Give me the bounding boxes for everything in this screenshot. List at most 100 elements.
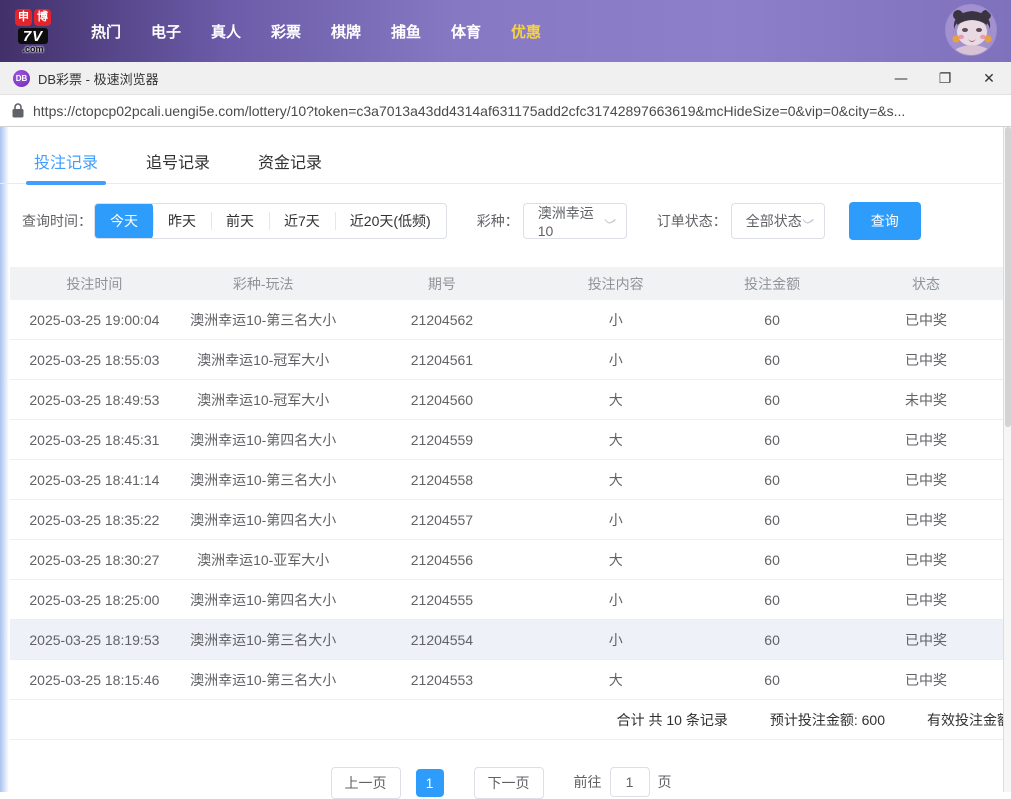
cell-play-type: 澳洲幸运10-冠军大小 <box>197 391 330 408</box>
nav-item-live[interactable]: 真人 <box>196 21 256 42</box>
order-status-select[interactable]: 全部状态 ᨆ <box>730 203 825 239</box>
lottery-select[interactable]: 澳洲幸运10 ᨆ <box>522 203 627 239</box>
cell-bet-time: 2025-03-25 18:15:46 <box>29 671 160 688</box>
browser-scrollbar[interactable] <box>1003 127 1011 792</box>
scrollbar-thumb[interactable] <box>1005 127 1011 427</box>
cell-issue: 21204562 <box>410 311 474 328</box>
tab-chase-records[interactable]: 追号记录 <box>144 137 212 183</box>
nav-item-lottery[interactable]: 彩票 <box>256 21 316 42</box>
browser-url-bar[interactable]: https://ctopcp02pcali.uengi5e.com/lotter… <box>0 95 1011 127</box>
time-option-today[interactable]: 今天 <box>95 204 153 238</box>
cell-bet-time: 2025-03-25 18:41:14 <box>29 471 160 488</box>
cell-bet-time: 2025-03-25 18:30:27 <box>29 551 160 568</box>
nav-item-hot[interactable]: 热门 <box>76 21 136 42</box>
url-text[interactable]: https://ctopcp02pcali.uengi5e.com/lotter… <box>33 103 905 119</box>
browser-tab-favicon: DB <box>13 69 30 87</box>
logo-main-text: 7V <box>17 27 49 44</box>
search-button[interactable]: 查询 <box>848 202 921 240</box>
table-row[interactable]: 2025-03-25 18:15:46 澳洲幸运10-第三名大小 2120455… <box>10 660 1003 700</box>
table-row[interactable]: 2025-03-25 19:00:04 澳洲幸运10-第三名大小 2120456… <box>10 300 1003 340</box>
tab-fund-records[interactable]: 资金记录 <box>256 137 324 183</box>
cell-bet-amount: 60 <box>764 311 780 328</box>
lottery-select-value: 澳洲幸运10 <box>537 205 594 239</box>
cell-play-type: 澳洲幸运10-第四名大小 <box>190 511 337 528</box>
table-row[interactable]: 2025-03-25 18:25:00 澳洲幸运10-第四名大小 2120455… <box>10 580 1003 620</box>
minimize-button[interactable]: — <box>879 62 923 95</box>
nav-item-fishing[interactable]: 捕鱼 <box>376 21 436 42</box>
cell-status: 已中奖 <box>904 671 947 688</box>
prev-page-button[interactable]: 上一页 <box>330 767 401 799</box>
nav-item-slots[interactable]: 电子 <box>136 21 196 42</box>
col-header-bet-content: 投注内容 <box>587 275 644 292</box>
time-option-last7days[interactable]: 近7天 <box>269 204 335 238</box>
filter-bar: 查询时间： 今天 昨天 前天 近7天 近20天(低频) 彩种： 澳洲幸运10 ᨆ… <box>0 202 1002 240</box>
window-title: DB彩票 - 极速浏览器 <box>38 71 159 87</box>
cell-status: 已中奖 <box>904 551 947 568</box>
cell-play-type: 澳洲幸运10-亚军大小 <box>197 551 330 568</box>
cell-issue: 21204555 <box>410 591 474 608</box>
time-option-last20days[interactable]: 近20天(低频) <box>334 204 446 238</box>
cell-bet-content: 大 <box>608 671 623 688</box>
cell-issue: 21204559 <box>410 431 474 448</box>
next-page-button[interactable]: 下一页 <box>473 767 544 799</box>
cell-bet-content: 大 <box>608 471 623 488</box>
page-content: 投注记录 追号记录 资金记录 查询时间： 今天 昨天 前天 近7天 近20天(低… <box>0 127 1011 799</box>
col-header-play-type: 彩种-玩法 <box>232 275 294 292</box>
table-row[interactable]: 2025-03-25 18:55:03 澳洲幸运10-冠军大小 21204561… <box>10 340 1003 380</box>
cell-bet-content: 大 <box>608 551 623 568</box>
tab-bet-records[interactable]: 投注记录 <box>25 137 107 185</box>
table-row[interactable]: 2025-03-25 18:35:22 澳洲幸运10-第四名大小 2120455… <box>10 500 1003 540</box>
time-option-yesterday[interactable]: 昨天 <box>153 204 211 238</box>
table-row[interactable]: 2025-03-25 18:30:27 澳洲幸运10-亚军大小 21204556… <box>10 540 1003 580</box>
time-option-day-before[interactable]: 前天 <box>211 204 269 238</box>
cell-bet-content: 小 <box>608 311 623 328</box>
cell-bet-amount: 60 <box>764 671 780 688</box>
user-avatar[interactable] <box>945 4 997 56</box>
page-number-1[interactable]: 1 <box>415 769 444 797</box>
table-row[interactable]: 2025-03-25 18:41:14 澳洲幸运10-第三名大小 2120455… <box>10 460 1003 500</box>
cell-bet-content: 大 <box>608 391 623 408</box>
cell-bet-amount: 60 <box>764 551 780 568</box>
cell-status: 已中奖 <box>904 431 947 448</box>
cell-bet-content: 大 <box>608 431 623 448</box>
record-tabs: 投注记录 追号记录 资金记录 <box>0 137 1002 185</box>
table-header-row: 投注时间 彩种-玩法 期号 投注内容 投注金额 状态 <box>10 267 1003 300</box>
nav-item-sports[interactable]: 体育 <box>436 21 496 42</box>
chevron-down-icon: ᨆ <box>603 214 618 227</box>
nav-item-chess[interactable]: 棋牌 <box>316 21 376 42</box>
cell-status: 已中奖 <box>904 591 947 608</box>
table-body: 2025-03-25 19:00:04 澳洲幸运10-第三名大小 2120456… <box>10 300 1003 700</box>
table-row[interactable]: 2025-03-25 18:49:53 澳洲幸运10-冠军大小 21204560… <box>10 380 1003 420</box>
nav-item-promo[interactable]: 优惠 <box>496 21 556 42</box>
cell-issue: 21204554 <box>410 631 474 648</box>
summary-bar: 合计 共 10 条记录 预计投注金额: 600 有效投注金额 <box>10 700 1011 740</box>
table-row[interactable]: 2025-03-25 18:45:31 澳洲幸运10-第四名大小 2120455… <box>10 420 1003 460</box>
logo-badge-shen: 申 <box>15 8 32 26</box>
cell-bet-amount: 60 <box>764 631 780 648</box>
cell-bet-amount: 60 <box>764 471 780 488</box>
cell-play-type: 澳洲幸运10-第三名大小 <box>190 311 337 328</box>
logo-suffix-text: .com <box>22 43 44 54</box>
summary-total-count: 合计 共 10 条记录 <box>616 711 728 728</box>
table-row[interactable]: 2025-03-25 18:19:53 澳洲幸运10-第三名大小 2120455… <box>10 620 1003 660</box>
goto-page-suffix: 页 <box>657 774 672 790</box>
cell-bet-time: 2025-03-25 18:19:53 <box>29 631 160 648</box>
col-header-status: 状态 <box>911 275 940 292</box>
cell-play-type: 澳洲幸运10-冠军大小 <box>197 351 330 368</box>
close-button[interactable]: ✕ <box>967 62 1011 95</box>
maximize-button[interactable]: ❐ <box>923 62 967 95</box>
cell-bet-amount: 60 <box>764 351 780 368</box>
col-header-issue: 期号 <box>427 275 456 292</box>
site-logo[interactable]: 申 博 7V .com <box>8 8 58 54</box>
col-header-bet-amount: 投注金额 <box>744 275 801 292</box>
logo-badge-bo: 博 <box>34 8 51 26</box>
goto-page-input[interactable] <box>609 767 650 797</box>
cell-bet-time: 2025-03-25 18:35:22 <box>29 511 160 528</box>
cell-bet-content: 小 <box>608 511 623 528</box>
casino-nav-menu: 热门 电子 真人 彩票 棋牌 捕鱼 体育 优惠 <box>76 21 556 42</box>
cell-bet-content: 小 <box>608 631 623 648</box>
pagination-bar: 上一页 1 下一页 前往 页 <box>0 767 1002 799</box>
browser-title-bar: DB DB彩票 - 极速浏览器 — ❐ ✕ <box>0 62 1011 95</box>
cell-status: 已中奖 <box>904 471 947 488</box>
cell-bet-amount: 60 <box>764 391 780 408</box>
